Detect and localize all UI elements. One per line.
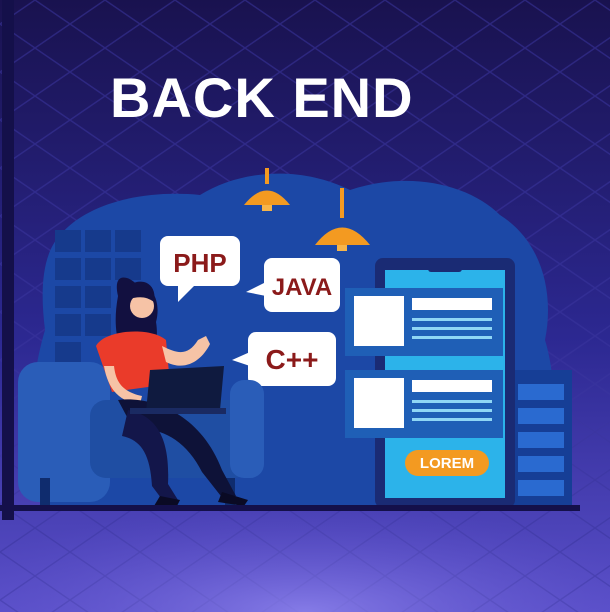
info-card <box>345 288 503 356</box>
lorem-button-label: LOREM <box>420 455 474 472</box>
language-php: PHP <box>173 248 226 278</box>
language-cpp: C++ <box>266 344 319 375</box>
info-card <box>345 370 503 438</box>
language-java: JAVA <box>272 274 332 301</box>
poster: LOREM PHP JAVA C++ BACK END <box>0 0 610 612</box>
server-rack-icon <box>510 370 572 505</box>
lorem-button[interactable]: LOREM <box>405 450 489 476</box>
wall-post <box>2 0 14 520</box>
page-title: BACK END <box>110 66 414 129</box>
ground-line <box>0 505 580 511</box>
